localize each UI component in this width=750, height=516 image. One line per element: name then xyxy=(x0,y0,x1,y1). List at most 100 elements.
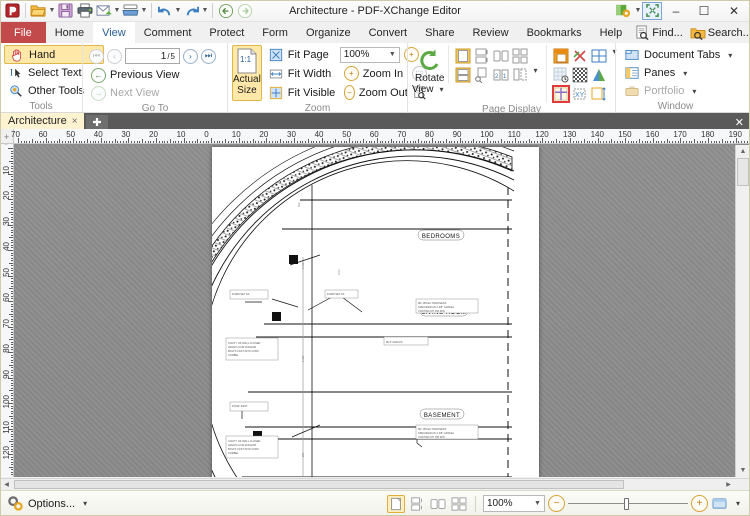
page-transitions-icon[interactable]: 21 xyxy=(492,66,510,84)
panes-dropdown-arrow-icon[interactable]: ▾ xyxy=(679,69,691,78)
horizontal-scrollbar[interactable]: ◀ ▶ xyxy=(0,478,750,490)
redo-dropdown-arrow-icon[interactable]: ▼ xyxy=(201,2,209,20)
undo-icon[interactable] xyxy=(155,1,174,20)
open-icon[interactable] xyxy=(29,1,48,20)
next-page-button[interactable]: › xyxy=(183,48,198,64)
save-icon[interactable] xyxy=(56,1,75,20)
fit-width-button[interactable]: Fit Width xyxy=(264,65,340,83)
grid-icon[interactable] xyxy=(552,66,570,84)
scroll-up-arrow-icon[interactable]: ▲ xyxy=(737,146,749,157)
measurement-icon[interactable] xyxy=(590,85,608,103)
rotate-view-button[interactable]: Rotate View ▾ xyxy=(412,45,448,101)
search-button[interactable]: Search... xyxy=(687,25,750,41)
print-icon[interactable] xyxy=(75,1,94,20)
two-pages-icon[interactable] xyxy=(492,47,510,65)
vertical-ruler[interactable]: 0102030405060708090100110120 xyxy=(0,144,14,477)
separate-cover-icon[interactable] xyxy=(511,66,529,84)
zoom-level-combo[interactable]: 100% ▼ xyxy=(339,46,400,63)
xy-coordinates-icon[interactable]: XY xyxy=(571,85,589,103)
horizontal-scroll-thumb[interactable] xyxy=(14,480,624,489)
tab-convert[interactable]: Convert xyxy=(360,22,417,43)
scrolling-icon[interactable] xyxy=(473,66,491,84)
document-tab-architecture[interactable]: Architecture × xyxy=(0,113,84,129)
rulers-guides-icon[interactable] xyxy=(551,85,570,103)
two-pages-cover-icon[interactable] xyxy=(454,66,472,84)
tab-organize[interactable]: Organize xyxy=(297,22,360,43)
status-zoom-dropdown-arrow-icon[interactable]: ▼ xyxy=(534,500,541,507)
undo-dropdown-arrow-icon[interactable]: ▼ xyxy=(174,2,182,20)
scroll-right-arrow-icon[interactable]: ▶ xyxy=(723,480,734,489)
app-logo-icon[interactable] xyxy=(3,1,22,20)
scroll-left-arrow-icon[interactable]: ◀ xyxy=(1,480,12,489)
two-pages-view-icon[interactable] xyxy=(429,495,447,513)
fullscreen-icon[interactable] xyxy=(711,495,729,513)
fit-visible-button[interactable]: Fit Visible xyxy=(264,84,340,102)
document-tab-close-icon[interactable]: × xyxy=(72,116,78,127)
two-pages-continuous-view-icon[interactable] xyxy=(450,495,468,513)
status-zoom-combo[interactable]: 100% ▼ xyxy=(482,495,545,512)
panes-button[interactable]: Panes ▾ xyxy=(620,64,740,82)
fullscreen-dropdown-arrow-icon[interactable]: ▾ xyxy=(732,499,744,508)
redo-icon[interactable] xyxy=(182,1,201,20)
tab-form[interactable]: Form xyxy=(253,22,297,43)
horizontal-ruler[interactable]: + 70 60 50 40 30 20 10 0 10 20 30 40 50 60 70 80 90 100 11… xyxy=(0,129,750,144)
portfolio-dropdown-arrow-icon[interactable]: ▾ xyxy=(688,87,700,96)
email-dropdown-arrow-icon[interactable]: ▼ xyxy=(113,2,121,20)
page-canvas[interactable]: BEDROOMS LIVING ROOM BASEMENT xyxy=(15,145,735,477)
two-pages-continuous-icon[interactable] xyxy=(511,47,529,65)
scan-icon[interactable] xyxy=(121,1,140,20)
tab-home[interactable]: Home xyxy=(46,22,93,43)
document-tabs-dropdown-arrow-icon[interactable]: ▾ xyxy=(724,51,736,60)
options-label[interactable]: Options... xyxy=(28,498,75,510)
next-view-button[interactable]: → Next View xyxy=(87,84,216,102)
previous-page-button[interactable]: ‹ xyxy=(107,48,122,64)
scroll-down-arrow-icon[interactable]: ▼ xyxy=(737,465,749,476)
minimize-button[interactable]: – xyxy=(662,0,690,21)
fit-page-button[interactable]: Fit Page xyxy=(264,46,340,64)
zoom-out-stepper-button[interactable]: − xyxy=(547,495,565,512)
fullscreen-toggle-icon[interactable] xyxy=(642,1,662,20)
tab-bookmarks[interactable]: Bookmarks xyxy=(518,22,591,43)
vertical-scrollbar[interactable]: ▲ ▼ xyxy=(735,145,750,477)
zoom-level-dropdown-arrow-icon[interactable]: ▼ xyxy=(389,51,396,58)
forward-icon[interactable] xyxy=(235,1,254,20)
page-orientation-icon[interactable] xyxy=(552,47,570,65)
color-mode-icon[interactable] xyxy=(590,66,608,84)
tab-view[interactable]: View xyxy=(93,22,135,43)
tab-protect[interactable]: Protect xyxy=(200,22,253,43)
options-gear-icon[interactable] xyxy=(6,495,24,513)
zoom-slider-knob[interactable] xyxy=(623,497,629,510)
tab-comment[interactable]: Comment xyxy=(135,22,201,43)
snap-icon[interactable] xyxy=(571,47,589,65)
single-page-icon[interactable] xyxy=(454,47,472,65)
first-page-button[interactable]: ⏮ xyxy=(89,48,104,64)
editor-settings-icon[interactable] xyxy=(612,2,634,20)
pdf-page[interactable]: BEDROOMS LIVING ROOM BASEMENT xyxy=(152,145,539,477)
single-page-continuous-icon[interactable] xyxy=(473,47,491,65)
page-layout-dropdown-arrow-icon[interactable]: ▾ xyxy=(530,66,542,75)
transparency-grid-icon[interactable] xyxy=(571,66,589,84)
zoom-in-stepper-button[interactable]: + xyxy=(690,495,708,512)
vertical-scroll-thumb[interactable] xyxy=(737,158,749,186)
close-button[interactable]: ✕ xyxy=(718,0,750,21)
find-button[interactable]: Find... xyxy=(631,25,686,41)
portfolio-button[interactable]: Portfolio ▾ xyxy=(620,82,740,100)
rotate-view-dropdown-arrow-icon[interactable]: ▾ xyxy=(436,84,448,95)
tab-help[interactable]: Help xyxy=(591,22,632,43)
tab-review[interactable]: Review xyxy=(463,22,517,43)
last-page-button[interactable]: ⏭ xyxy=(201,48,216,64)
page-number-input[interactable]: 1 / 5 xyxy=(125,48,180,64)
previous-view-button[interactable]: ← Previous View xyxy=(87,66,216,84)
back-icon[interactable] xyxy=(216,1,235,20)
close-all-tabs-icon[interactable]: ✕ xyxy=(735,116,750,129)
single-page-view-icon[interactable] xyxy=(386,494,405,513)
single-page-continuous-view-icon[interactable] xyxy=(408,495,426,513)
zoom-out-button[interactable]: − Zoom Out xyxy=(340,84,412,102)
zoom-slider[interactable] xyxy=(567,496,688,512)
actual-size-button[interactable]: 1:1 Actual Size xyxy=(232,45,262,101)
new-document-tab-button[interactable] xyxy=(85,115,108,129)
tab-share[interactable]: Share xyxy=(416,22,463,43)
tab-file[interactable]: File xyxy=(0,22,46,43)
editor-settings-dropdown-arrow-icon[interactable]: ▼ xyxy=(634,2,642,20)
email-icon[interactable] xyxy=(94,1,113,20)
